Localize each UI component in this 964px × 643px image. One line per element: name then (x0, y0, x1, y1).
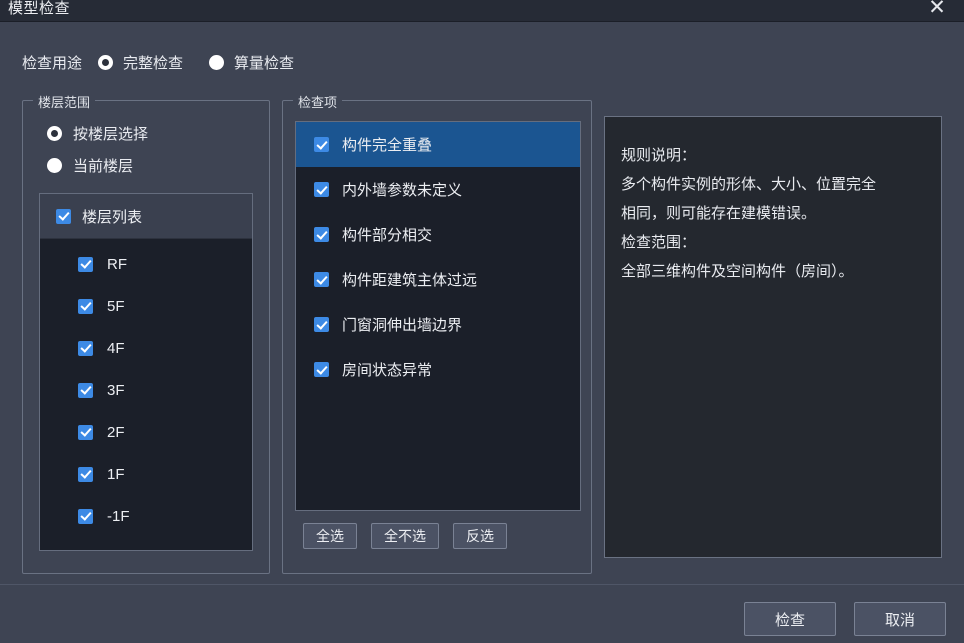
rule-description-line: 规则说明： (621, 147, 697, 164)
checkbox-icon[interactable] (314, 227, 329, 242)
selection-buttons: 全选 全不选 反选 (303, 523, 507, 549)
check-item-label: 房间状态异常 (342, 362, 433, 379)
radio-solid-icon (209, 54, 225, 70)
floor-label: RF (107, 255, 127, 273)
radio-solid-icon (47, 158, 62, 173)
dialog-action-buttons: 检查 取消 (744, 602, 946, 636)
checkbox-icon[interactable] (78, 466, 93, 482)
checkbox-icon[interactable] (314, 362, 329, 377)
rule-description-line: 检查范围： (621, 234, 697, 251)
list-item[interactable]: 1F (40, 453, 252, 495)
close-icon[interactable]: ✕ (924, 0, 950, 20)
checkbox-icon[interactable] (314, 272, 329, 287)
list-item[interactable]: 构件部分相交 (296, 212, 580, 257)
floor-rows: RF 5F 4F 3F 2F 1F -1F (40, 239, 252, 537)
list-item[interactable]: 3F (40, 369, 252, 411)
checkbox-icon[interactable] (314, 137, 329, 152)
radio-quantity-check[interactable]: 算量检查 (209, 52, 294, 73)
select-all-button[interactable]: 全选 (303, 523, 357, 549)
check-item-label: 构件距建筑主体过远 (342, 272, 478, 289)
radio-full-check-label: 完整检查 (123, 54, 184, 72)
deselect-all-button[interactable]: 全不选 (371, 523, 439, 549)
list-item[interactable]: -1F (40, 495, 252, 537)
floor-label: 3F (107, 381, 125, 399)
floor-label: -1F (107, 507, 130, 525)
list-item[interactable]: 门窗洞伸出墙边界 (296, 302, 580, 347)
floor-range-group: 楼层范围 按楼层选择 当前楼层 楼层列表 RF 5F 4F 3F 2F 1F -… (22, 92, 270, 574)
check-purpose-row: 检查用途 完整检查 算量检查 (22, 48, 320, 76)
window-title: 模型检查 (8, 0, 71, 17)
bottom-separator (0, 584, 964, 585)
check-item-label: 构件完全重叠 (342, 137, 433, 154)
radio-full-check[interactable]: 完整检查 (98, 52, 183, 73)
rule-description-line: 多个构件实例的形体、大小、位置完全 (621, 176, 877, 193)
check-button[interactable]: 检查 (744, 602, 836, 636)
floor-label: 2F (107, 423, 125, 441)
checkbox-icon[interactable] (78, 424, 93, 440)
check-purpose-label: 检查用途 (22, 54, 83, 72)
floor-list-header[interactable]: 楼层列表 (40, 194, 252, 239)
floor-label: 5F (107, 297, 125, 315)
radio-quantity-check-label: 算量检查 (234, 54, 295, 72)
cancel-button[interactable]: 取消 (854, 602, 946, 636)
radio-current-floor[interactable]: 当前楼层 (47, 155, 133, 176)
rule-description-line: 相同，则可能存在建模错误。 (621, 205, 817, 222)
floor-list: 楼层列表 RF 5F 4F 3F 2F 1F -1F (39, 193, 253, 551)
check-item-label: 内外墙参数未定义 (342, 182, 463, 199)
floor-label: 4F (107, 339, 125, 357)
radio-select-by-floor-label: 按楼层选择 (73, 126, 149, 143)
checkbox-icon[interactable] (78, 508, 93, 524)
radio-current-floor-label: 当前楼层 (73, 158, 134, 175)
list-item[interactable]: 构件完全重叠 (296, 122, 580, 167)
check-item-label: 门窗洞伸出墙边界 (342, 317, 463, 334)
radio-ring-icon (47, 126, 62, 141)
invert-selection-button[interactable]: 反选 (453, 523, 507, 549)
rule-description-panel: 规则说明： 多个构件实例的形体、大小、位置完全 相同，则可能存在建模错误。 检查… (604, 116, 942, 558)
checkbox-icon[interactable] (78, 298, 93, 314)
checkbox-icon[interactable] (56, 208, 71, 224)
floor-range-group-title: 楼层范围 (33, 92, 96, 111)
list-item[interactable]: 内外墙参数未定义 (296, 167, 580, 212)
title-bar: 模型检查 ✕ (0, 0, 964, 22)
list-item[interactable]: 构件距建筑主体过远 (296, 257, 580, 302)
check-item-label: 构件部分相交 (342, 227, 433, 244)
radio-select-by-floor[interactable]: 按楼层选择 (47, 123, 148, 144)
checkbox-icon[interactable] (314, 317, 329, 332)
checkbox-icon[interactable] (78, 382, 93, 398)
checkbox-icon[interactable] (314, 182, 329, 197)
check-items-group-title: 检查项 (293, 92, 343, 111)
check-items-group: 检查项 构件完全重叠 内外墙参数未定义 构件部分相交 构件距建筑主体过远 门窗洞… (282, 92, 592, 574)
list-item[interactable]: 房间状态异常 (296, 347, 580, 392)
checkbox-icon[interactable] (78, 340, 93, 356)
list-item[interactable]: 4F (40, 327, 252, 369)
floor-label: 1F (107, 465, 125, 483)
list-item[interactable]: 2F (40, 411, 252, 453)
radio-ring-icon (98, 54, 114, 70)
list-item[interactable]: RF (40, 243, 252, 285)
check-items-list: 构件完全重叠 内外墙参数未定义 构件部分相交 构件距建筑主体过远 门窗洞伸出墙边… (295, 121, 581, 511)
floor-list-header-label: 楼层列表 (82, 208, 143, 226)
rule-description-line: 全部三维构件及空间构件（房间）。 (621, 263, 854, 280)
list-item[interactable]: 5F (40, 285, 252, 327)
checkbox-icon[interactable] (78, 256, 93, 272)
